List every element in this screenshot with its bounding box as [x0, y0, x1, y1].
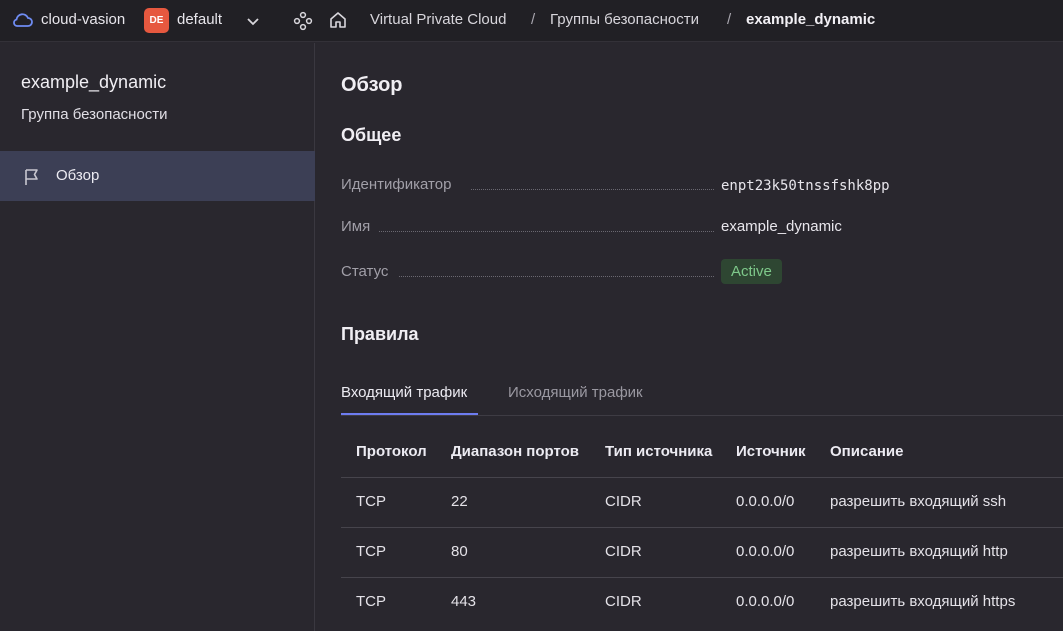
home-icon[interactable] [328, 10, 348, 30]
table-header: Протокол Диапазон портов Тип источника И… [341, 428, 1063, 478]
main-content: Обзор Общее Идентификатор enpt23k50tnssf… [316, 43, 1063, 631]
tabs: Входящий трафик Исходящий трафик [341, 373, 1063, 416]
cell-ports: 22 [451, 493, 468, 510]
breadcrumb-security-groups[interactable]: Группы безопасности [550, 11, 699, 28]
status-badge: Active [721, 259, 782, 284]
services-icon[interactable] [293, 11, 313, 31]
leader-dots [379, 231, 714, 232]
cell-source: 0.0.0.0/0 [736, 593, 795, 610]
cell-description: разрешить входящий https [830, 593, 1016, 610]
field-status: Статус Active [341, 259, 1031, 285]
cell-source-type: CIDR [605, 593, 642, 610]
tab-active-indicator [341, 413, 478, 415]
column-header[interactable]: Источник [736, 443, 806, 460]
sidebar-title: example_dynamic [21, 72, 167, 92]
breadcrumb-separator: / [727, 11, 732, 28]
cloud-name[interactable]: cloud-vasion [41, 11, 125, 28]
field-label: Статус [341, 263, 389, 280]
section-title-rules: Правила [341, 324, 419, 344]
sidebar-subtitle: Группа безопасности [21, 106, 168, 123]
column-header[interactable]: Описание [830, 443, 903, 460]
cell-protocol: TCP [356, 593, 386, 610]
folder-badge[interactable]: DE [144, 8, 169, 33]
field-value-id[interactable]: enpt23k50tnssfshk8pp [721, 178, 890, 194]
table-row[interactable]: TCP 22 CIDR 0.0.0.0/0 разрешить входящий… [341, 477, 1063, 527]
flag-icon [25, 169, 38, 185]
sidebar-item-overview[interactable]: Обзор [0, 151, 315, 201]
field-label: Имя [341, 218, 371, 235]
table-row[interactable]: TCP 443 CIDR 0.0.0.0/0 разрешить входящи… [341, 577, 1063, 627]
cell-protocol: TCP [356, 543, 386, 560]
cell-source-type: CIDR [605, 543, 642, 560]
field-name: Имя example_dynamic [341, 218, 1031, 240]
cell-source: 0.0.0.0/0 [736, 543, 795, 560]
chevron-down-icon[interactable] [245, 13, 261, 29]
field-label: Идентификатор [341, 176, 452, 193]
section-title-general: Общее [341, 125, 402, 145]
cell-ports: 80 [451, 543, 468, 560]
column-header[interactable]: Тип источника [605, 443, 712, 460]
column-header[interactable]: Диапазон портов [451, 443, 579, 460]
cell-source: 0.0.0.0/0 [736, 493, 795, 510]
breadcrumb-current: example_dynamic [746, 11, 876, 28]
breadcrumb-separator: / [531, 11, 536, 28]
sidebar-item-label: Обзор [56, 167, 100, 184]
cloud-icon[interactable] [11, 11, 33, 29]
column-header[interactable]: Протокол [356, 443, 427, 460]
cell-ports: 443 [451, 593, 477, 610]
cell-source-type: CIDR [605, 493, 642, 510]
cell-description: разрешить входящий http [830, 543, 1008, 560]
leader-dots [471, 189, 714, 190]
tab-inbound[interactable]: Входящий трафик [341, 384, 467, 401]
field-value-name: example_dynamic [721, 218, 842, 235]
table-row[interactable]: TCP 80 CIDR 0.0.0.0/0 разрешить входящий… [341, 527, 1063, 577]
cell-protocol: TCP [356, 493, 386, 510]
leader-dots [399, 276, 714, 277]
cell-description: разрешить входящий ssh [830, 493, 1007, 510]
page-title: Обзор [341, 74, 403, 96]
folder-name[interactable]: default [177, 11, 222, 28]
tab-outbound[interactable]: Исходящий трафик [508, 384, 643, 401]
top-bar: cloud-vasion DE default Virtual Private … [0, 0, 1063, 42]
field-id: Идентификатор enpt23k50tnssfshk8pp [341, 176, 1031, 198]
breadcrumb-vpc[interactable]: Virtual Private Cloud [370, 11, 506, 28]
sidebar: example_dynamic Группа безопасности Обзо… [0, 43, 315, 631]
